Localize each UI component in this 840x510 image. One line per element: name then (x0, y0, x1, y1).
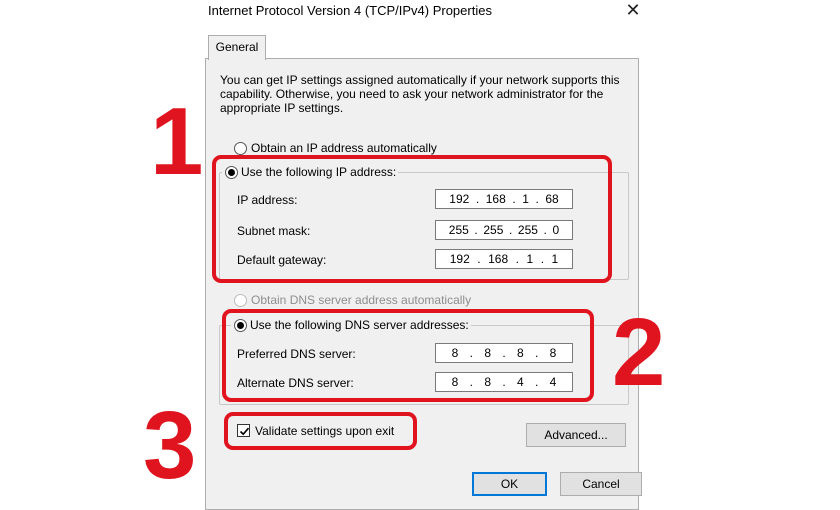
annotation-box-1 (212, 155, 612, 283)
dns-auto-radio[interactable] (234, 294, 247, 307)
ok-button[interactable]: OK (472, 472, 547, 496)
annotation-box-2 (222, 309, 594, 402)
close-icon[interactable]: ✕ (620, 0, 646, 21)
annotation-number-2: 2 (612, 299, 666, 406)
tab-general[interactable]: General (208, 35, 266, 60)
annotation-number-3: 3 (143, 392, 197, 499)
dialog-title: Internet Protocol Version 4 (TCP/IPv4) P… (208, 3, 492, 18)
description-text: You can get IP settings assigned automat… (220, 73, 620, 115)
advanced-button[interactable]: Advanced... (526, 423, 626, 447)
ip-auto-label: Obtain an IP address automatically (251, 141, 437, 155)
dns-auto-label: Obtain DNS server address automatically (251, 293, 472, 307)
ip-auto-radio[interactable] (234, 142, 247, 155)
cancel-button[interactable]: Cancel (560, 472, 642, 496)
annotation-number-1: 1 (150, 88, 204, 195)
annotation-box-3 (224, 412, 417, 450)
